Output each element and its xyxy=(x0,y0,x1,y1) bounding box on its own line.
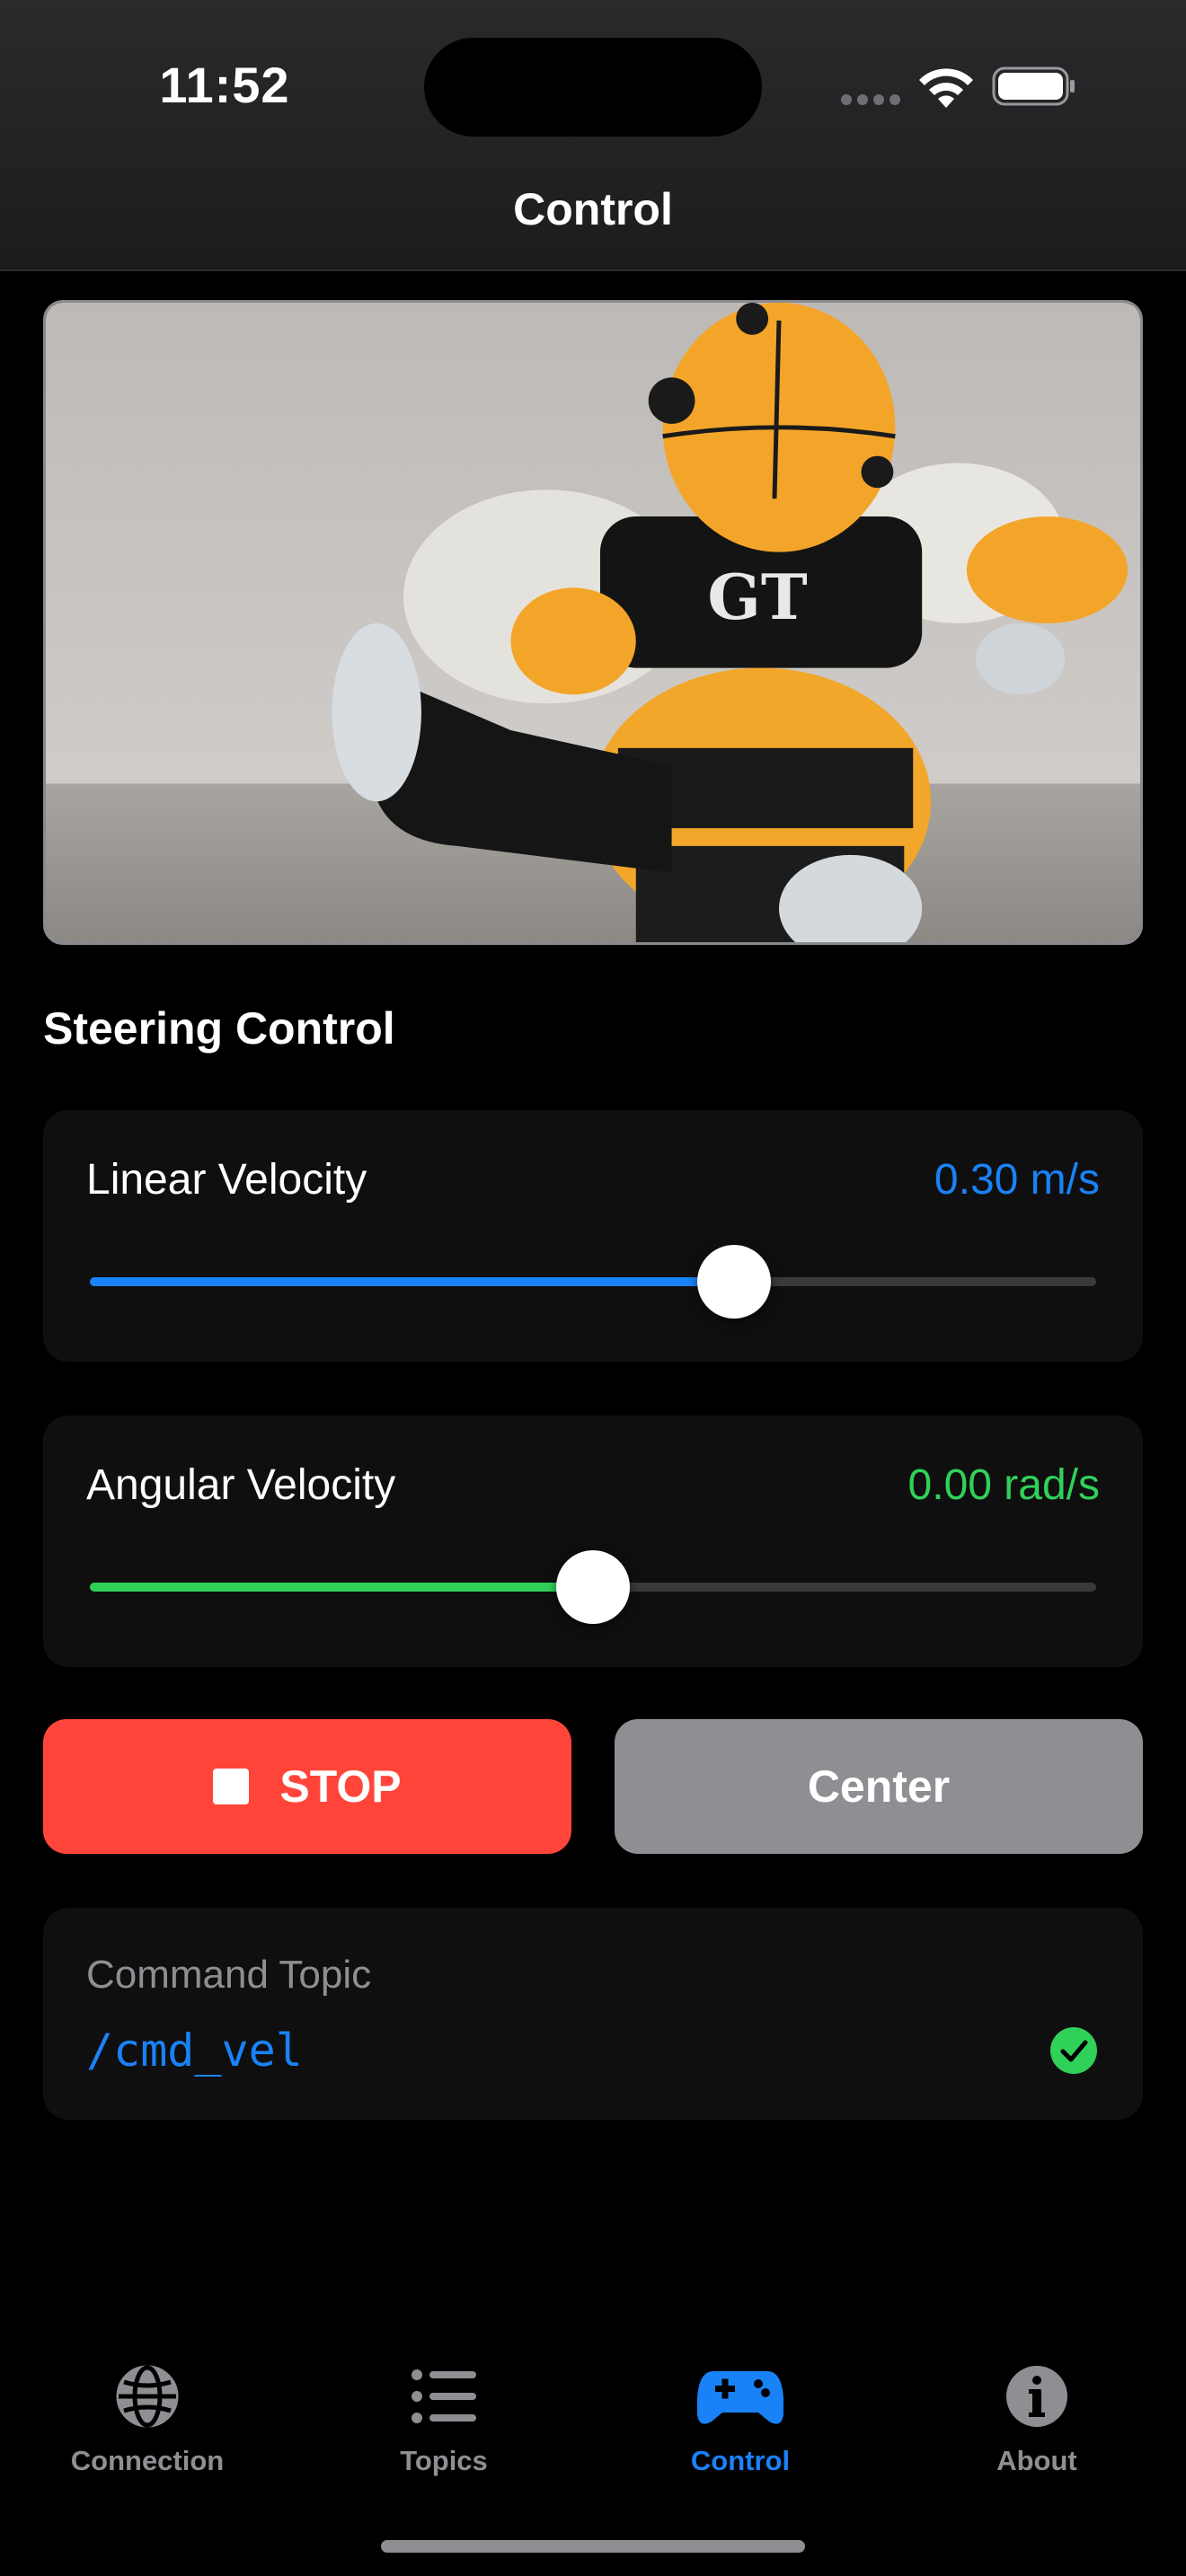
stop-button-label: STOP xyxy=(279,1761,402,1812)
angular-velocity-label: Angular Velocity xyxy=(86,1461,396,1509)
status-time: 11:52 xyxy=(159,57,290,113)
tab-label: Topics xyxy=(400,2445,488,2476)
command-topic-value: /cmd_vel xyxy=(86,2025,303,2077)
tab-about[interactable]: About xyxy=(920,2362,1154,2477)
stop-icon xyxy=(213,1769,250,1804)
page-title: Control xyxy=(513,184,673,234)
center-button-label: Center xyxy=(807,1761,951,1812)
checkmark-circle-icon xyxy=(1050,2027,1097,2074)
tab-connection[interactable]: Connection xyxy=(31,2362,264,2477)
navigation-header: 11:52 Control xyxy=(0,0,1186,271)
tab-label: Control xyxy=(690,2445,791,2476)
linear-velocity-card: Linear Velocity 0.30 m/s xyxy=(43,1110,1143,1362)
battery-icon xyxy=(992,66,1075,106)
list-icon xyxy=(412,2369,476,2423)
linear-velocity-fill xyxy=(90,1277,734,1286)
gamecontroller-icon xyxy=(697,2371,783,2424)
linear-velocity-value: 0.30 m/s xyxy=(934,1156,1100,1204)
angular-velocity-slider[interactable] xyxy=(90,1550,1096,1624)
tab-label: Connection xyxy=(70,2445,225,2476)
dynamic-island xyxy=(424,38,762,137)
globe-icon xyxy=(116,2365,179,2428)
linear-velocity-label: Linear Velocity xyxy=(86,1156,367,1204)
tab-topics[interactable]: Topics xyxy=(327,2362,561,2477)
wifi-icon xyxy=(919,68,973,108)
command-topic-label: Command Topic xyxy=(86,1953,372,1997)
cellular-signal-icon xyxy=(841,93,906,110)
command-topic-card: Command Topic /cmd_vel xyxy=(43,1908,1143,2120)
angular-velocity-value: 0.00 rad/s xyxy=(907,1461,1100,1509)
camera-feed: GT xyxy=(43,300,1143,945)
linear-velocity-thumb[interactable] xyxy=(696,1245,771,1319)
info-icon xyxy=(1006,2366,1067,2427)
angular-velocity-card: Angular Velocity 0.00 rad/s xyxy=(43,1416,1143,1667)
svg-text:GT: GT xyxy=(707,561,808,634)
angular-velocity-fill xyxy=(90,1583,593,1592)
home-indicator xyxy=(381,2540,805,2553)
linear-velocity-slider[interactable] xyxy=(90,1245,1096,1319)
tab-control[interactable]: Control xyxy=(624,2362,857,2477)
stop-button[interactable]: STOP xyxy=(43,1719,571,1854)
center-button[interactable]: Center xyxy=(615,1719,1143,1854)
camera-feed-image: GT xyxy=(46,303,1140,942)
section-title-steering: Steering Control xyxy=(43,1003,395,1054)
tab-label: About xyxy=(996,2445,1077,2476)
angular-velocity-thumb[interactable] xyxy=(556,1550,630,1624)
